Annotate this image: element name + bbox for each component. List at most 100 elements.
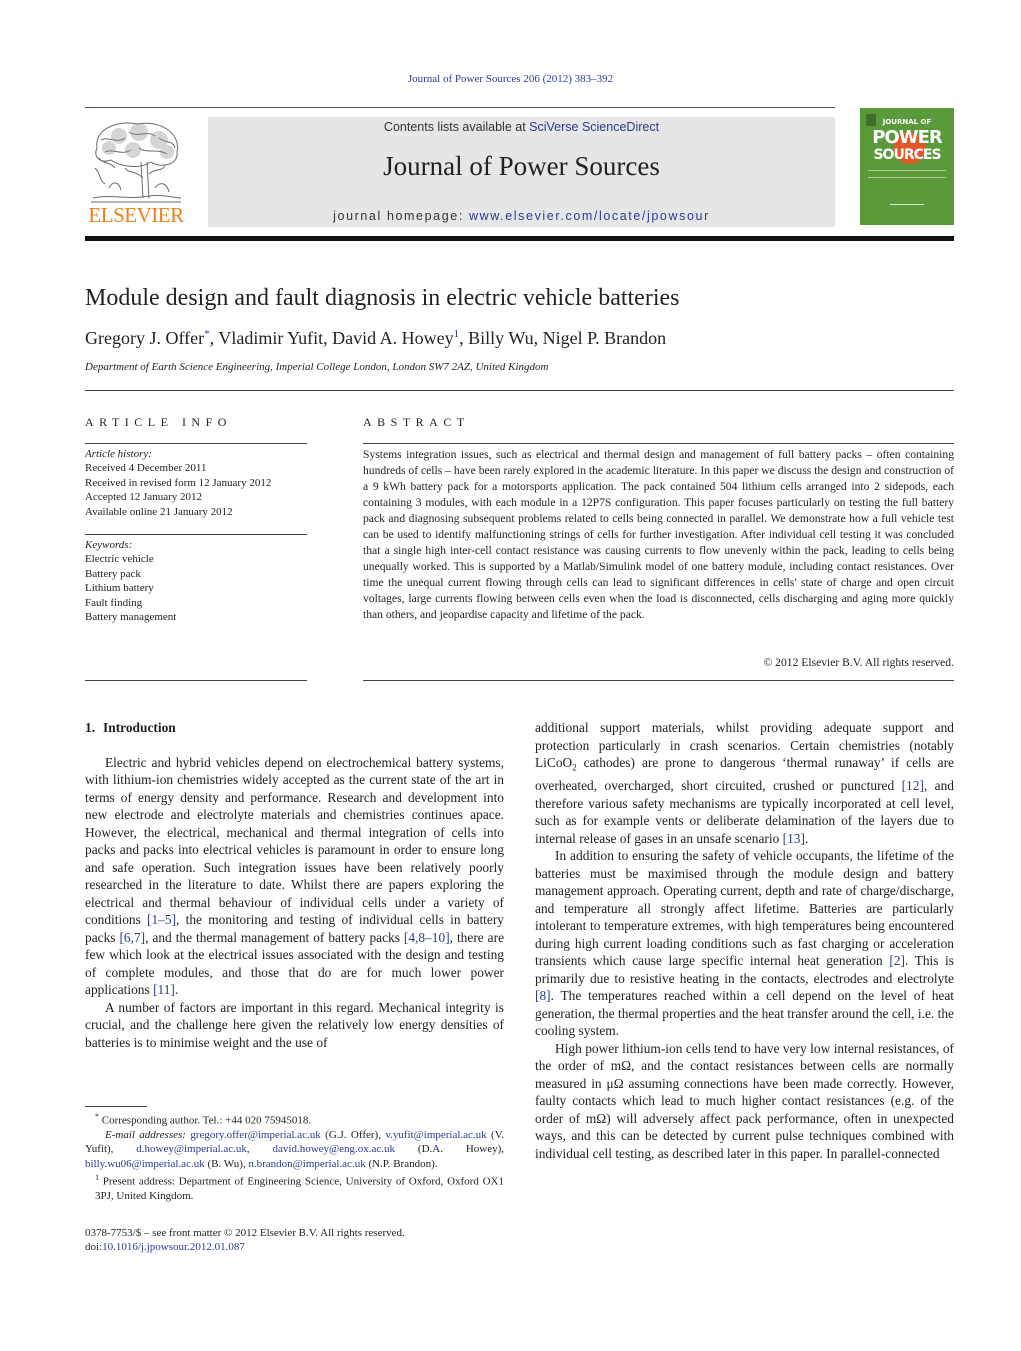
body-paragraph: additional support materials, whilst pro… <box>535 720 955 846</box>
cover-signature <box>890 200 924 205</box>
email-owner: (D.A. Howey), <box>395 1143 505 1156</box>
contents-available-line: Contents lists available at SciVerse Sci… <box>208 120 835 134</box>
body-paragraph: In addition to ensuring the safety of ve… <box>535 848 954 1039</box>
elsevier-wordmark: ELSEVIER <box>88 203 184 227</box>
issn-line: 0378-7753/$ – see front matter © 2012 El… <box>85 1227 405 1239</box>
journal-homepage-line: journal homepage: www.elsevier.com/locat… <box>208 209 835 223</box>
email-link[interactable]: gregory.offer@imperial.ac.uk <box>190 1129 320 1141</box>
journal-citation-link[interactable]: Journal of Power Sources 206 (2012) 383–… <box>0 73 1021 85</box>
author-name[interactable]: Billy Wu <box>468 328 533 348</box>
history-item: Received 4 December 2011 <box>85 462 207 475</box>
header-thick-rule <box>85 236 954 241</box>
body-column-right: additional support materials, whilst pro… <box>535 719 954 1162</box>
keyword-item: Battery pack <box>85 567 141 580</box>
citation-link[interactable]: [11] <box>153 982 175 997</box>
email-link[interactable]: n.brandon@imperial.ac.uk <box>248 1158 365 1170</box>
keywords-rule <box>85 534 307 535</box>
present-address-mark: 1 <box>95 1172 99 1182</box>
author-footnote-mark[interactable]: 1 <box>454 328 460 340</box>
article-info-bottom-rule <box>85 680 307 681</box>
abstract-bottom-rule <box>363 680 954 681</box>
doi-line: doi:10.1016/j.jpowsour.2012.01.087 <box>85 1240 504 1254</box>
keyword-item: Battery management <box>85 611 177 624</box>
author-name[interactable]: Nigel P. Brandon <box>543 328 667 348</box>
section-number: 1. <box>85 720 96 735</box>
corresponding-text: Corresponding author. Tel.: +44 020 7594… <box>101 1114 312 1127</box>
history-item: Available online 21 January 2012 <box>85 505 233 518</box>
citation-link[interactable]: [6,7] <box>119 930 145 945</box>
article-info-rule <box>85 443 307 444</box>
cover-line2: POWER <box>872 127 943 148</box>
citation-link[interactable]: [8] <box>535 988 551 1003</box>
present-address-note: 1 Present address: Department of Enginee… <box>85 1171 504 1203</box>
email-label: E-mail addresses: <box>105 1128 186 1141</box>
author-name[interactable]: David A. Howey <box>332 328 453 348</box>
email-owner: (B. Wu), <box>204 1157 246 1170</box>
citation-link[interactable]: [2] <box>889 953 905 968</box>
corresponding-mark: * <box>95 1112 99 1121</box>
header-rule <box>85 107 835 108</box>
abstract-label: ABSTRACT <box>363 415 470 429</box>
citation-link[interactable]: [4,8–10] <box>404 930 450 945</box>
sciencedirect-link[interactable]: SciVerse ScienceDirect <box>529 120 659 134</box>
article-history-label: Article history: <box>85 448 152 460</box>
email-link[interactable]: david.howey@eng.ox.ac.uk <box>273 1143 396 1155</box>
author-list: Gregory J. Offer*, Vladimir Yufit, David… <box>85 328 667 348</box>
elsevier-tree-icon <box>91 122 182 203</box>
body-paragraph: High power lithium-ion cells tend to hav… <box>535 1040 954 1161</box>
article-title: Module design and fault diagnosis in ele… <box>85 285 680 311</box>
email-owner: (N.P. Brandon). <box>365 1157 438 1170</box>
body-paragraph: Electric and hybrid vehicles depend on e… <box>85 754 505 998</box>
section-title: Introduction <box>103 720 176 735</box>
affiliation: Department of Earth Science Engineering,… <box>85 361 549 373</box>
journal-cover-image[interactable]: JOURNAL OF POWER SOURCES <box>860 108 954 225</box>
author-name[interactable]: Vladimir Yufit <box>218 328 323 348</box>
history-item: Accepted 12 January 2012 <box>85 491 202 504</box>
keyword-item: Fault finding <box>85 596 143 609</box>
elsevier-logo[interactable]: ELSEVIER <box>85 116 187 228</box>
abstract-text: Systems integration issues, such as elec… <box>363 448 954 621</box>
section-heading: 1. Introduction <box>85 719 504 737</box>
body-paragraph: A number of factors are important in thi… <box>85 999 504 1050</box>
author-footnote-mark[interactable]: * <box>204 328 210 340</box>
author-name[interactable]: Gregory J. Offer <box>85 328 204 348</box>
footnotes: * Corresponding author. Tel.: +44 020 75… <box>85 1110 504 1203</box>
journal-homepage-link[interactable]: www.elsevier.com/locate/jpowsour <box>469 209 710 223</box>
citation-link[interactable]: [12] <box>902 778 924 793</box>
email-link[interactable]: d.howey@imperial.ac.uk <box>136 1143 247 1155</box>
history-item: Received in revised form 12 January 2012 <box>85 476 272 489</box>
left-paragraphs: Electric and hybrid vehicles depend on e… <box>85 754 504 1052</box>
body-column-left: 1. Introduction Electric and hybrid vehic… <box>85 719 504 1051</box>
doi-prefix: doi: <box>85 1241 103 1254</box>
front-matter: 0378-7753/$ – see front matter © 2012 El… <box>85 1226 504 1255</box>
keyword-item: Electric vehicle <box>85 553 154 566</box>
cover-line1: JOURNAL OF <box>882 118 932 126</box>
email-link[interactable]: billy.wu06@imperial.ac.uk <box>85 1158 205 1170</box>
subscript: 2 <box>572 762 577 773</box>
present-address-text: Present address: Department of Engineeri… <box>95 1175 504 1202</box>
article-history: Article history: Received 4 December 201… <box>85 447 271 519</box>
footnote-rule <box>85 1106 147 1107</box>
cover-line3: SOURCES <box>873 147 941 163</box>
email-link[interactable]: v.yufit@imperial.ac.uk <box>385 1129 486 1141</box>
citation-link[interactable]: [13] <box>783 831 805 846</box>
homepage-prefix: journal homepage: <box>333 209 469 223</box>
abstract-copyright: © 2012 Elsevier B.V. All rights reserved… <box>763 656 954 669</box>
journal-header-box: Contents lists available at SciVerse Sci… <box>208 117 835 227</box>
abstract-rule <box>363 443 954 444</box>
doi-link[interactable]: 10.1016/j.jpowsour.2012.01.087 <box>102 1241 245 1253</box>
keywords-label: Keywords: <box>85 539 133 551</box>
journal-title: Journal of Power Sources <box>383 151 660 181</box>
keyword-item: Lithium battery <box>85 582 154 595</box>
keywords: Keywords: Electric vehicle Battery pack … <box>85 538 176 624</box>
citation-link[interactable]: [1–5] <box>147 912 176 927</box>
contents-prefix: Contents lists available at <box>383 120 530 134</box>
corresponding-author-note: * Corresponding author. Tel.: +44 020 75… <box>85 1110 504 1128</box>
title-rule <box>85 390 954 391</box>
email-owner: (G.J. Offer), <box>320 1128 381 1141</box>
article-info-label: ARTICLE INFO <box>85 415 232 429</box>
email-owner: , <box>246 1143 250 1156</box>
email-addresses: E-mail addresses: gregory.offer@imperial… <box>85 1128 504 1171</box>
cover-tagline <box>868 170 946 178</box>
right-paragraphs: additional support materials, whilst pro… <box>535 719 954 1162</box>
